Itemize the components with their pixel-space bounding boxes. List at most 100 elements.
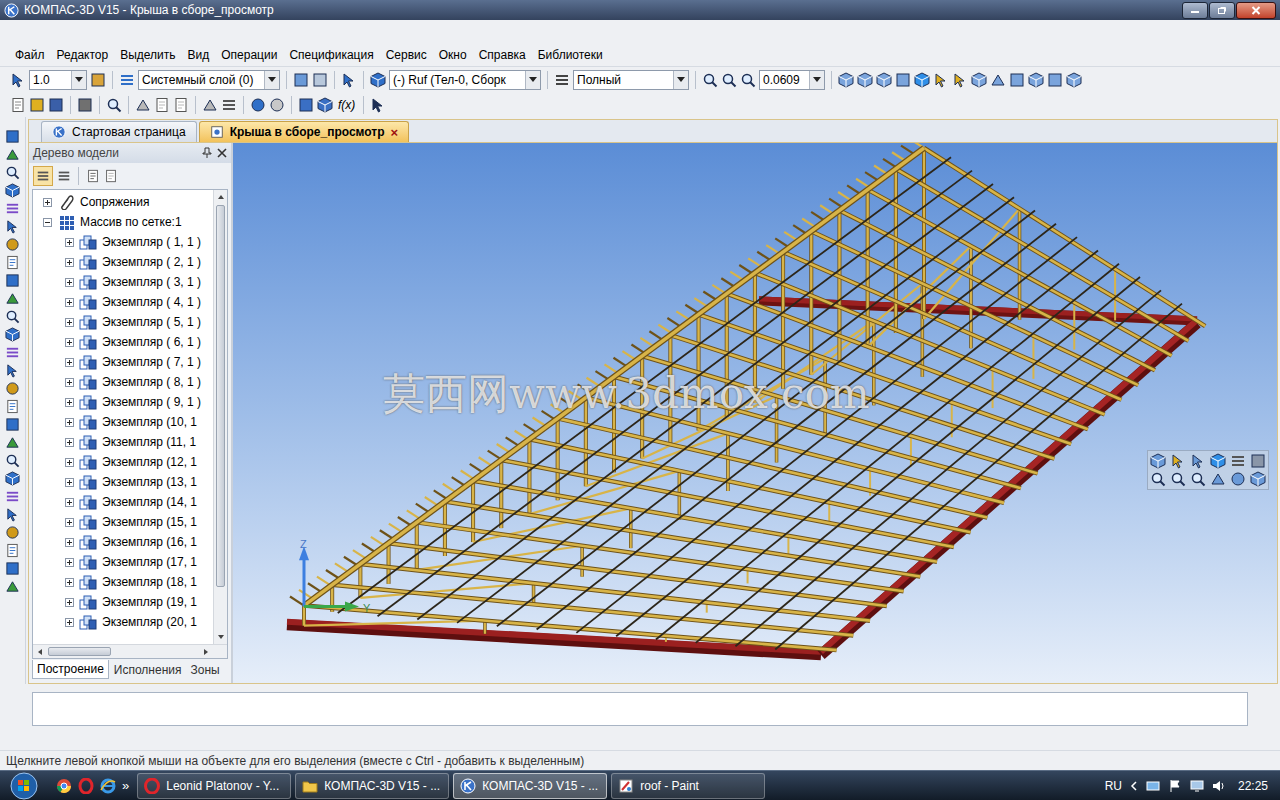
compact-tool-icon[interactable] <box>5 147 20 162</box>
print-icon[interactable] <box>77 97 93 113</box>
expand-icon[interactable] <box>65 518 74 527</box>
expand-icon[interactable] <box>65 438 74 447</box>
expand-icon[interactable] <box>65 358 74 367</box>
task-button[interactable]: КОМПАС-3D V15 - ... <box>453 773 607 799</box>
undo-icon[interactable] <box>250 97 266 113</box>
select-filter2-icon[interactable] <box>1190 453 1206 469</box>
panel-icon[interactable] <box>1230 453 1246 469</box>
compact-tool-icon[interactable] <box>5 183 20 198</box>
expand-icon[interactable] <box>65 318 74 327</box>
compact-tool-icon[interactable] <box>5 345 20 360</box>
layer-field[interactable]: Системный слой (0) <box>138 70 280 90</box>
view-tool-icon[interactable] <box>876 72 892 88</box>
vertical-scrollbar[interactable] <box>213 190 227 644</box>
expand-icon[interactable] <box>65 398 74 407</box>
tree-row[interactable]: Экземпляр (13, 1 <box>33 472 213 492</box>
document-tab[interactable]: Стартовая страница <box>41 121 197 142</box>
scroll-left-icon[interactable] <box>33 645 47 659</box>
collapse-icon[interactable] <box>43 218 52 227</box>
properties-icon[interactable] <box>221 97 237 113</box>
part-field[interactable]: (-) Ruf (Тел-0, Сборк <box>389 70 541 90</box>
compact-tool-icon[interactable] <box>5 219 20 234</box>
menu-item[interactable]: Библиотеки <box>533 46 608 64</box>
tree-row[interactable]: Экземпляр (11, 1 <box>33 432 213 452</box>
expand-icon[interactable] <box>65 238 74 247</box>
expand-icon[interactable] <box>65 618 74 627</box>
document-tab[interactable]: Крыша в сборе_просмотр× <box>199 121 410 142</box>
tree-doc2-icon[interactable] <box>104 169 118 183</box>
close-button[interactable] <box>1236 2 1276 19</box>
tray-expand-icon[interactable] <box>1130 781 1138 791</box>
compact-tool-icon[interactable] <box>5 129 20 144</box>
property-panel[interactable] <box>32 692 1248 726</box>
volume-icon[interactable] <box>1212 779 1226 793</box>
clock[interactable]: 22:25 <box>1238 777 1268 795</box>
expand-icon[interactable] <box>65 258 74 267</box>
view-tool-icon[interactable] <box>952 72 968 88</box>
expand-icon[interactable] <box>65 558 74 567</box>
network-icon[interactable] <box>1146 779 1160 793</box>
zoom-in-icon[interactable] <box>740 72 756 88</box>
formula-button[interactable]: f(x) <box>336 96 357 114</box>
compact-tool-icon[interactable] <box>5 471 20 486</box>
compact-tool-icon[interactable] <box>5 327 20 342</box>
tree-row[interactable]: Экземпляр ( 1, 1 ) <box>33 232 213 252</box>
view-tool-icon[interactable] <box>838 72 854 88</box>
scroll-right-icon[interactable] <box>199 645 213 659</box>
tree-row[interactable]: Экземпляр (15, 1 <box>33 512 213 532</box>
zoom-window-icon[interactable] <box>721 72 737 88</box>
tree-row[interactable]: Экземпляр (18, 1 <box>33 572 213 592</box>
menu-item[interactable]: Файл <box>10 46 50 64</box>
scroll-up-icon[interactable] <box>214 190 228 204</box>
view-tool-icon[interactable] <box>1047 72 1063 88</box>
cs-icon[interactable] <box>312 72 328 88</box>
tree-row[interactable]: Экземпляр (10, 1 <box>33 412 213 432</box>
ie-icon[interactable] <box>100 778 116 794</box>
menu-item[interactable]: Выделить <box>115 46 180 64</box>
scroll-thumb[interactable] <box>48 647 111 656</box>
expand-icon[interactable] <box>65 378 74 387</box>
display-icon[interactable] <box>554 72 570 88</box>
view-tool-icon[interactable] <box>971 72 987 88</box>
tree-doc-icon[interactable] <box>86 169 100 183</box>
close-panel-icon[interactable] <box>217 148 227 158</box>
rotate-icon[interactable] <box>1230 471 1246 487</box>
compact-tool-icon[interactable] <box>5 489 20 504</box>
tree-row[interactable]: Экземпляр ( 4, 1 ) <box>33 292 213 312</box>
panel2-icon[interactable] <box>1250 453 1266 469</box>
tree-row[interactable]: Экземпляр ( 3, 1 ) <box>33 272 213 292</box>
shading-icon[interactable] <box>1210 453 1226 469</box>
menu-item[interactable]: Окно <box>434 46 472 64</box>
copy-icon[interactable] <box>154 97 170 113</box>
compact-tool-icon[interactable] <box>5 561 20 576</box>
compact-tool-icon[interactable] <box>5 453 20 468</box>
tree-mode-button[interactable] <box>33 166 53 186</box>
viewport-3d[interactable]: ZY莫西网www.3dmox.com <box>233 143 1277 683</box>
expand-icon[interactable] <box>65 418 74 427</box>
variables-icon[interactable] <box>317 97 333 113</box>
compact-tool-icon[interactable] <box>5 201 20 216</box>
dropdown-button[interactable] <box>264 71 279 89</box>
open-icon[interactable] <box>29 97 45 113</box>
snap-icon[interactable] <box>10 72 26 88</box>
zoom-field[interactable]: 0.0609 <box>759 70 825 90</box>
compact-tool-icon[interactable] <box>5 273 20 288</box>
compact-tool-icon[interactable] <box>5 255 20 270</box>
view-tool-icon[interactable] <box>933 72 949 88</box>
tree-row[interactable]: Массив по сетке:1 <box>33 212 213 232</box>
tree-row[interactable]: Экземпляр (14, 1 <box>33 492 213 512</box>
zoom-in-icon[interactable] <box>1170 471 1186 487</box>
horizontal-scrollbar[interactable] <box>33 644 227 658</box>
view-tool-icon[interactable] <box>1009 72 1025 88</box>
expand-icon[interactable] <box>65 278 74 287</box>
preview-icon[interactable] <box>106 97 122 113</box>
part-icon[interactable] <box>370 72 386 88</box>
expand-icon[interactable] <box>65 598 74 607</box>
tab-close-button[interactable]: × <box>391 126 399 139</box>
task-button[interactable]: КОМПАС-3D V15 - ... <box>295 773 449 799</box>
compact-tool-icon[interactable] <box>5 525 20 540</box>
cut-icon[interactable] <box>135 97 151 113</box>
chrome-icon[interactable] <box>56 778 72 794</box>
flag-icon[interactable] <box>1168 779 1182 793</box>
compact-tool-icon[interactable] <box>5 291 20 306</box>
